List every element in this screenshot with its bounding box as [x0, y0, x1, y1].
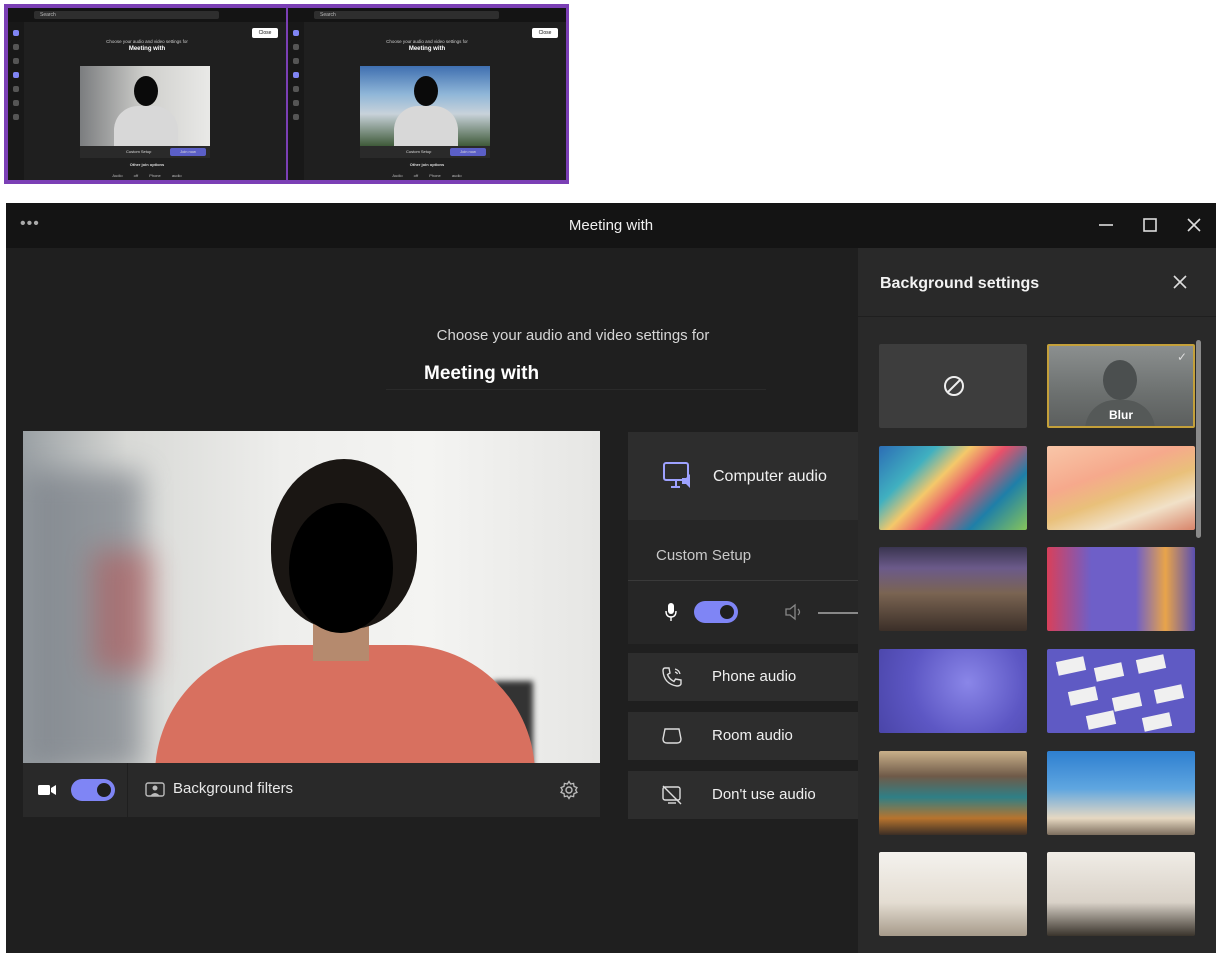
thumb-audio-options: Audio off Phone audio	[112, 173, 182, 178]
speaker-icon	[785, 603, 801, 621]
background-blur-tile[interactable]: ✓ Blur	[1047, 344, 1195, 428]
thumb-video-preview	[360, 66, 490, 146]
no-audio-option[interactable]: Don't use audio	[628, 771, 868, 819]
thumbnail-strip: Search Close Choose your audio and video…	[4, 4, 569, 184]
custom-setup-label: Custom Setup	[656, 547, 752, 564]
background-abstract-waves-tile[interactable]	[879, 446, 1027, 530]
phone-audio-option[interactable]: Phone audio	[628, 653, 868, 701]
microphone-icon	[665, 603, 677, 621]
background-filters-button[interactable]: Background filters	[173, 780, 293, 797]
thumb-video-preview	[80, 66, 210, 146]
no-audio-icon	[662, 785, 682, 805]
computer-audio-icon	[663, 462, 690, 488]
person-body	[155, 645, 535, 763]
phone-audio-label: Phone audio	[712, 668, 797, 685]
background-colorful-office-tile[interactable]	[1047, 547, 1195, 631]
minimize-icon[interactable]	[1094, 213, 1118, 237]
background-bright-room-tile[interactable]	[1047, 852, 1195, 936]
background-settings-panel: Background settings ✓ Blur	[858, 248, 1216, 953]
meeting-title: Meeting with	[386, 358, 766, 390]
thumb-search: Search	[34, 11, 219, 19]
panel-title: Background settings	[880, 275, 1040, 292]
video-preview	[23, 431, 600, 763]
window-title: Meeting with	[568, 217, 654, 234]
room-audio-icon	[662, 728, 682, 744]
gear-icon[interactable]	[559, 780, 579, 800]
thumb-close-button: Close	[252, 28, 278, 38]
background-purple-notes-tile[interactable]	[1047, 649, 1195, 733]
thumb-subtitle: Choose your audio and video settings for	[386, 39, 468, 44]
computer-audio-label: Computer audio	[713, 468, 827, 485]
background-lounge-room-tile[interactable]	[879, 547, 1027, 631]
close-panel-icon[interactable]	[1168, 270, 1192, 294]
thumb-controls: Custom Setup Join now	[360, 146, 490, 158]
video-controls-bar: Background filters	[23, 763, 600, 817]
close-icon[interactable]	[1182, 213, 1206, 237]
blur-label: Blur	[1109, 408, 1133, 422]
thumb-other-options: Other join options	[129, 162, 165, 167]
background-industrial-office-tile[interactable]	[879, 751, 1027, 835]
background-none-tile[interactable]	[879, 344, 1027, 428]
room-audio-label: Room audio	[712, 727, 793, 744]
thumb-close-button: Close	[532, 28, 558, 38]
title-bar: ••• Meeting with	[6, 203, 1216, 248]
checkmark-icon: ✓	[1176, 350, 1187, 364]
panel-scrollbar[interactable]	[1196, 340, 1201, 538]
redacted-face	[289, 503, 393, 633]
camera-icon	[38, 785, 56, 795]
custom-setup-panel: Custom Setup	[628, 520, 868, 644]
thumb-title: Meeting with	[128, 46, 166, 52]
camera-toggle[interactable]	[71, 779, 115, 801]
thumb-audio-options: Audio off Phone audio	[392, 173, 462, 178]
thumb-title: Meeting with	[408, 46, 446, 52]
no-background-icon	[944, 376, 964, 396]
background-beach-sky-tile[interactable]	[1047, 751, 1195, 835]
teams-prejoin-window: ••• Meeting with Choose your audio and v…	[6, 203, 1216, 953]
thumbnail-blur: Search Close Choose your audio and video…	[8, 8, 286, 180]
thumb-controls: Custom Setup Join now	[80, 146, 210, 158]
phone-icon	[662, 667, 682, 687]
thumb-search: Search	[314, 11, 499, 19]
no-audio-label: Don't use audio	[712, 786, 816, 803]
microphone-toggle[interactable]	[694, 601, 738, 623]
background-white-room-tile[interactable]	[879, 852, 1027, 936]
thumb-subtitle: Choose your audio and video settings for	[106, 39, 188, 44]
background-pastel-scene-tile[interactable]	[1047, 446, 1195, 530]
background-purple-bubbles-tile[interactable]	[879, 649, 1027, 733]
thumb-other-options: Other join options	[409, 162, 445, 167]
background-filters-icon[interactable]	[145, 781, 165, 799]
computer-audio-option[interactable]: Computer audio	[628, 432, 868, 520]
maximize-icon[interactable]	[1138, 213, 1162, 237]
room-audio-option[interactable]: Room audio	[628, 712, 868, 760]
thumbnail-office-background: Search Close Choose your audio and video…	[288, 8, 566, 180]
